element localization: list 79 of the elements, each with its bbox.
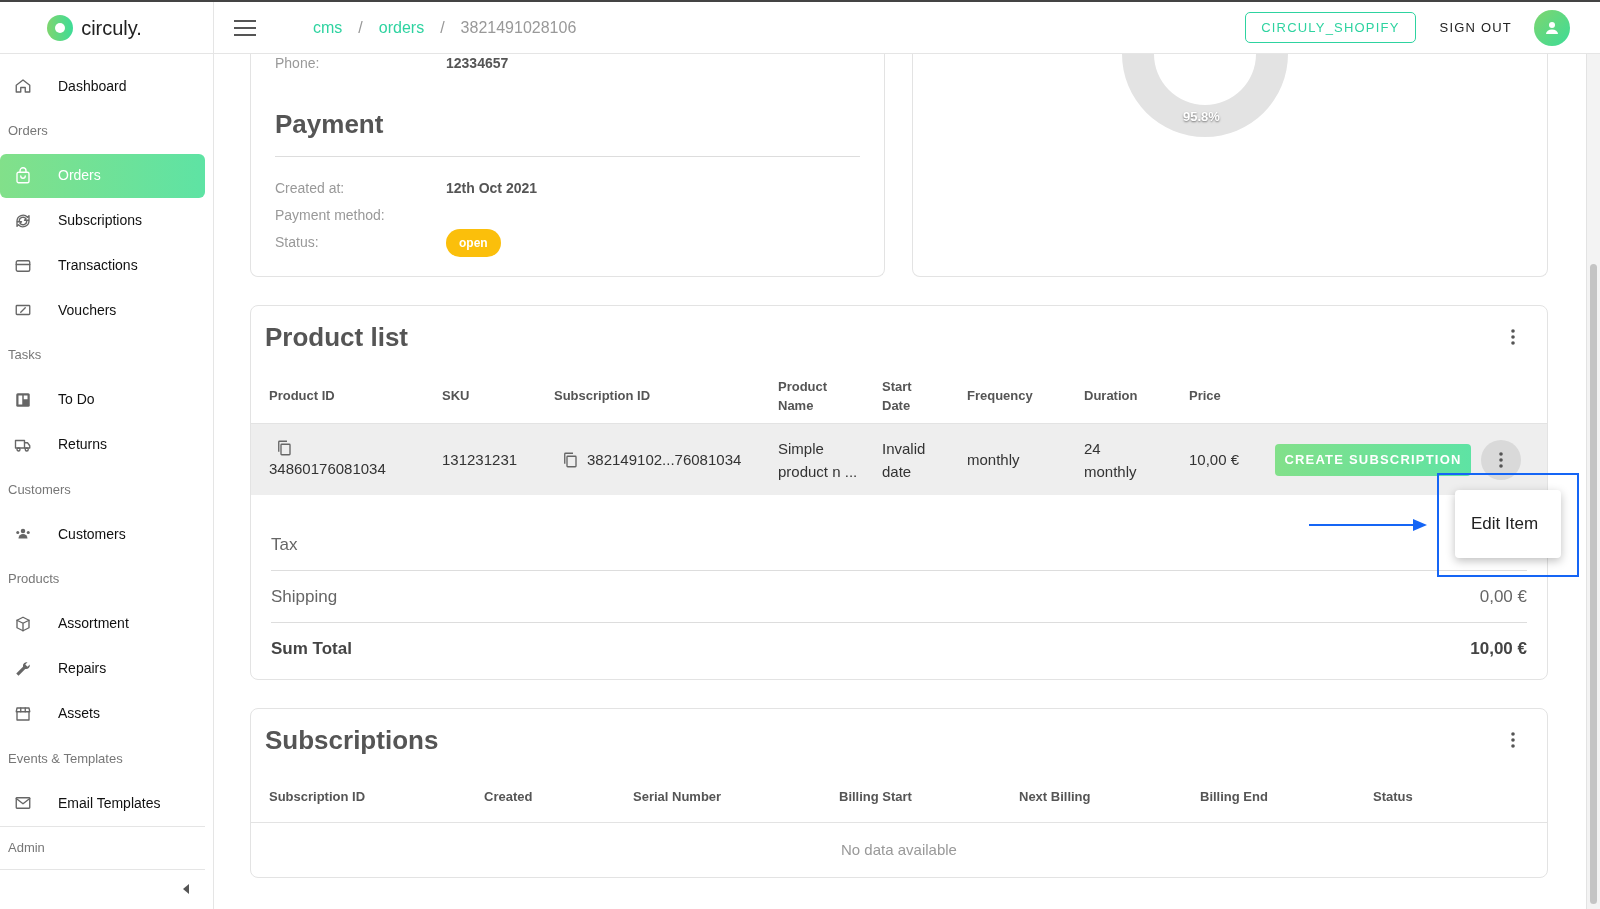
table-cell-text: Invalid date	[882, 438, 927, 482]
column-header: Billing Start	[839, 787, 913, 806]
copy-icon[interactable]	[561, 450, 579, 469]
card-title: Subscriptions	[265, 723, 439, 757]
total-label: Shipping	[271, 585, 338, 608]
column-header: Frequency	[967, 387, 1034, 405]
column-header: SKU	[442, 387, 471, 405]
column-header: Created	[484, 787, 534, 806]
total-label: Sum Total	[271, 638, 352, 661]
logo-icon	[47, 14, 74, 41]
sidebar-item[interactable]: To Do	[0, 377, 205, 422]
sidebar-item[interactable]: Email Templates	[0, 781, 205, 826]
sidebar-section-label: Tasks	[8, 346, 42, 365]
sidebar-section-label: Admin	[8, 838, 45, 857]
wrench-icon	[14, 659, 32, 678]
sidebar-item[interactable]: Vouchers	[0, 288, 205, 333]
column-header: Next Billing	[1019, 787, 1092, 806]
menu-item[interactable]: Edit Item	[1455, 511, 1561, 537]
more-icon[interactable]	[1511, 329, 1515, 345]
sidebar-item[interactable]: Returns	[0, 422, 205, 467]
donut-label: 95.8%	[1183, 108, 1220, 126]
table-cell-text: 24 monthly	[1084, 438, 1138, 482]
field-label: Created at:	[275, 179, 346, 198]
sidebar-section-label: Customers	[8, 480, 71, 499]
field-label: Status:	[275, 233, 320, 252]
logo-text: circuly.	[81, 15, 142, 41]
empty-message: No data available	[841, 839, 957, 860]
bag-icon	[14, 167, 32, 185]
column-header: Serial Number	[633, 787, 723, 806]
sidebar-item[interactable]: Repairs	[0, 646, 205, 691]
section-title: Payment	[275, 108, 385, 141]
board-icon	[14, 390, 32, 409]
sign-out-button[interactable]: SIGN OUT	[1439, 17, 1512, 38]
sidebar-item[interactable]: Assets	[0, 691, 205, 736]
more-icon[interactable]	[1499, 451, 1503, 468]
field-value: 12334657	[446, 53, 509, 73]
column-header: Subscription ID	[269, 787, 367, 806]
sidebar-section-label: Products	[8, 570, 60, 589]
field-value: 12th Oct 2021	[446, 179, 538, 198]
field-label: Payment method:	[275, 206, 386, 225]
column-header: Product ID	[269, 387, 336, 405]
more-icon[interactable]	[1511, 732, 1515, 748]
total-label: Tax	[271, 533, 298, 556]
sidebar-section-label: Events & Templates	[8, 749, 123, 768]
sidebar-item[interactable]: Transactions	[0, 243, 205, 288]
table-cell-text: 382149102...76081034	[587, 450, 742, 470]
table-cell-text: monthly	[967, 450, 1021, 470]
more-button[interactable]	[1481, 439, 1521, 480]
sidebar-section-label: Orders	[8, 122, 48, 141]
total-value: 10,00 €	[1470, 638, 1527, 661]
column-header: Price	[1189, 387, 1222, 405]
scrollbar-thumb[interactable]	[1590, 264, 1597, 904]
card-title: Product list	[265, 320, 408, 354]
sidebar-item[interactable]: Subscriptions	[0, 198, 205, 243]
home-icon	[14, 77, 32, 96]
breadcrumb-separator: /	[440, 17, 445, 38]
table-cell-text: 10,00 €	[1189, 450, 1241, 470]
collapse-icon[interactable]	[183, 884, 189, 895]
sidebar-item[interactable]: Assortment	[0, 601, 205, 646]
table-cell-text: Simple product n ...	[778, 438, 859, 482]
column-header: Billing End	[1200, 787, 1269, 806]
copy-icon[interactable]	[275, 439, 293, 457]
column-header: Status	[1373, 787, 1414, 806]
breadcrumb-separator: /	[358, 17, 363, 38]
total-value: 0,00 €	[1479, 585, 1527, 608]
breadcrumb-current: 3821491028106	[460, 17, 577, 38]
table-cell-text: 131231231	[442, 450, 519, 470]
table-cell-text: 34860176081034	[269, 459, 386, 479]
store-icon	[14, 704, 32, 723]
field-label: Phone:	[275, 53, 321, 73]
sidebar-item[interactable]: Customers	[0, 512, 205, 557]
column-header: Subscription ID	[554, 387, 652, 405]
menu-icon[interactable]	[234, 19, 256, 36]
cube-icon	[14, 614, 32, 633]
column-header: Start Date	[882, 377, 913, 415]
status-badge: open	[446, 228, 501, 257]
column-header: Duration	[1084, 387, 1139, 405]
sidebar-item[interactable]: Dashboard	[0, 64, 205, 109]
column-header: Product Name	[778, 377, 829, 415]
